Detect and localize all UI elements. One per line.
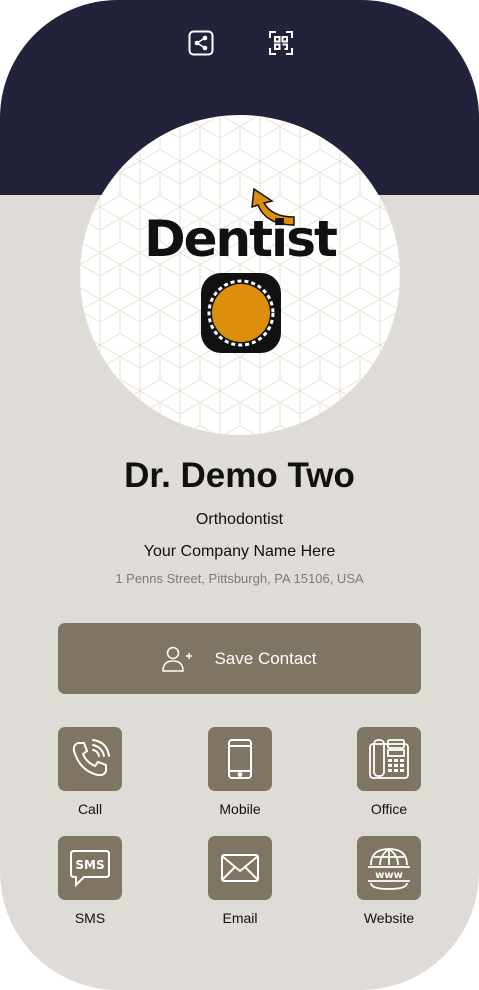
qr-scan-button[interactable] xyxy=(268,30,294,56)
globe-icon: www xyxy=(368,848,410,890)
company-name: Your Company Name Here xyxy=(143,543,336,560)
qr-scan-icon xyxy=(269,31,293,55)
svg-text:SMS: SMS xyxy=(75,858,104,872)
logo-text: Dentist xyxy=(144,210,338,268)
call-action[interactable]: Call xyxy=(35,727,145,817)
email-icon xyxy=(221,854,259,882)
share-icon xyxy=(188,30,214,56)
business-card: Dentist Dr. Demo Two Orthodontist Your C… xyxy=(0,0,479,990)
profile-logo: Dentist xyxy=(80,115,400,435)
job-title: Orthodontist xyxy=(195,511,284,528)
email-tile[interactable] xyxy=(208,836,272,900)
website-action[interactable]: www Website xyxy=(334,836,444,926)
contact-name: Dr. Demo Two xyxy=(124,456,355,495)
sms-label: SMS xyxy=(74,910,106,926)
mobile-label: Mobile xyxy=(219,801,261,817)
save-contact-label: Save Contact xyxy=(214,648,317,668)
website-label: Website xyxy=(363,910,415,926)
sms-icon: SMS xyxy=(70,850,110,888)
share-button[interactable] xyxy=(188,30,214,56)
email-label: Email xyxy=(222,910,258,926)
sms-action[interactable]: SMS SMS xyxy=(35,836,145,926)
call-tile[interactable] xyxy=(58,727,122,791)
call-label: Call xyxy=(77,801,103,817)
logo-badge-icon xyxy=(201,273,281,353)
svg-text:www: www xyxy=(375,870,403,881)
mobile-phone-icon xyxy=(228,739,252,779)
save-contact-button[interactable]: Save Contact xyxy=(58,623,421,694)
mobile-action[interactable]: Mobile xyxy=(185,727,295,817)
office-tile[interactable] xyxy=(357,727,421,791)
address[interactable]: 1 Penns Street, Pittsburgh, PA 15106, US… xyxy=(0,571,479,586)
phone-icon xyxy=(72,739,110,777)
mobile-tile[interactable] xyxy=(208,727,272,791)
sms-tile[interactable]: SMS xyxy=(58,836,122,900)
website-tile[interactable]: www xyxy=(357,836,421,900)
add-user-icon xyxy=(162,646,193,672)
office-label: Office xyxy=(370,801,408,817)
office-action[interactable]: Office xyxy=(334,727,444,817)
office-phone-icon xyxy=(369,739,409,779)
email-action[interactable]: Email xyxy=(185,836,295,926)
